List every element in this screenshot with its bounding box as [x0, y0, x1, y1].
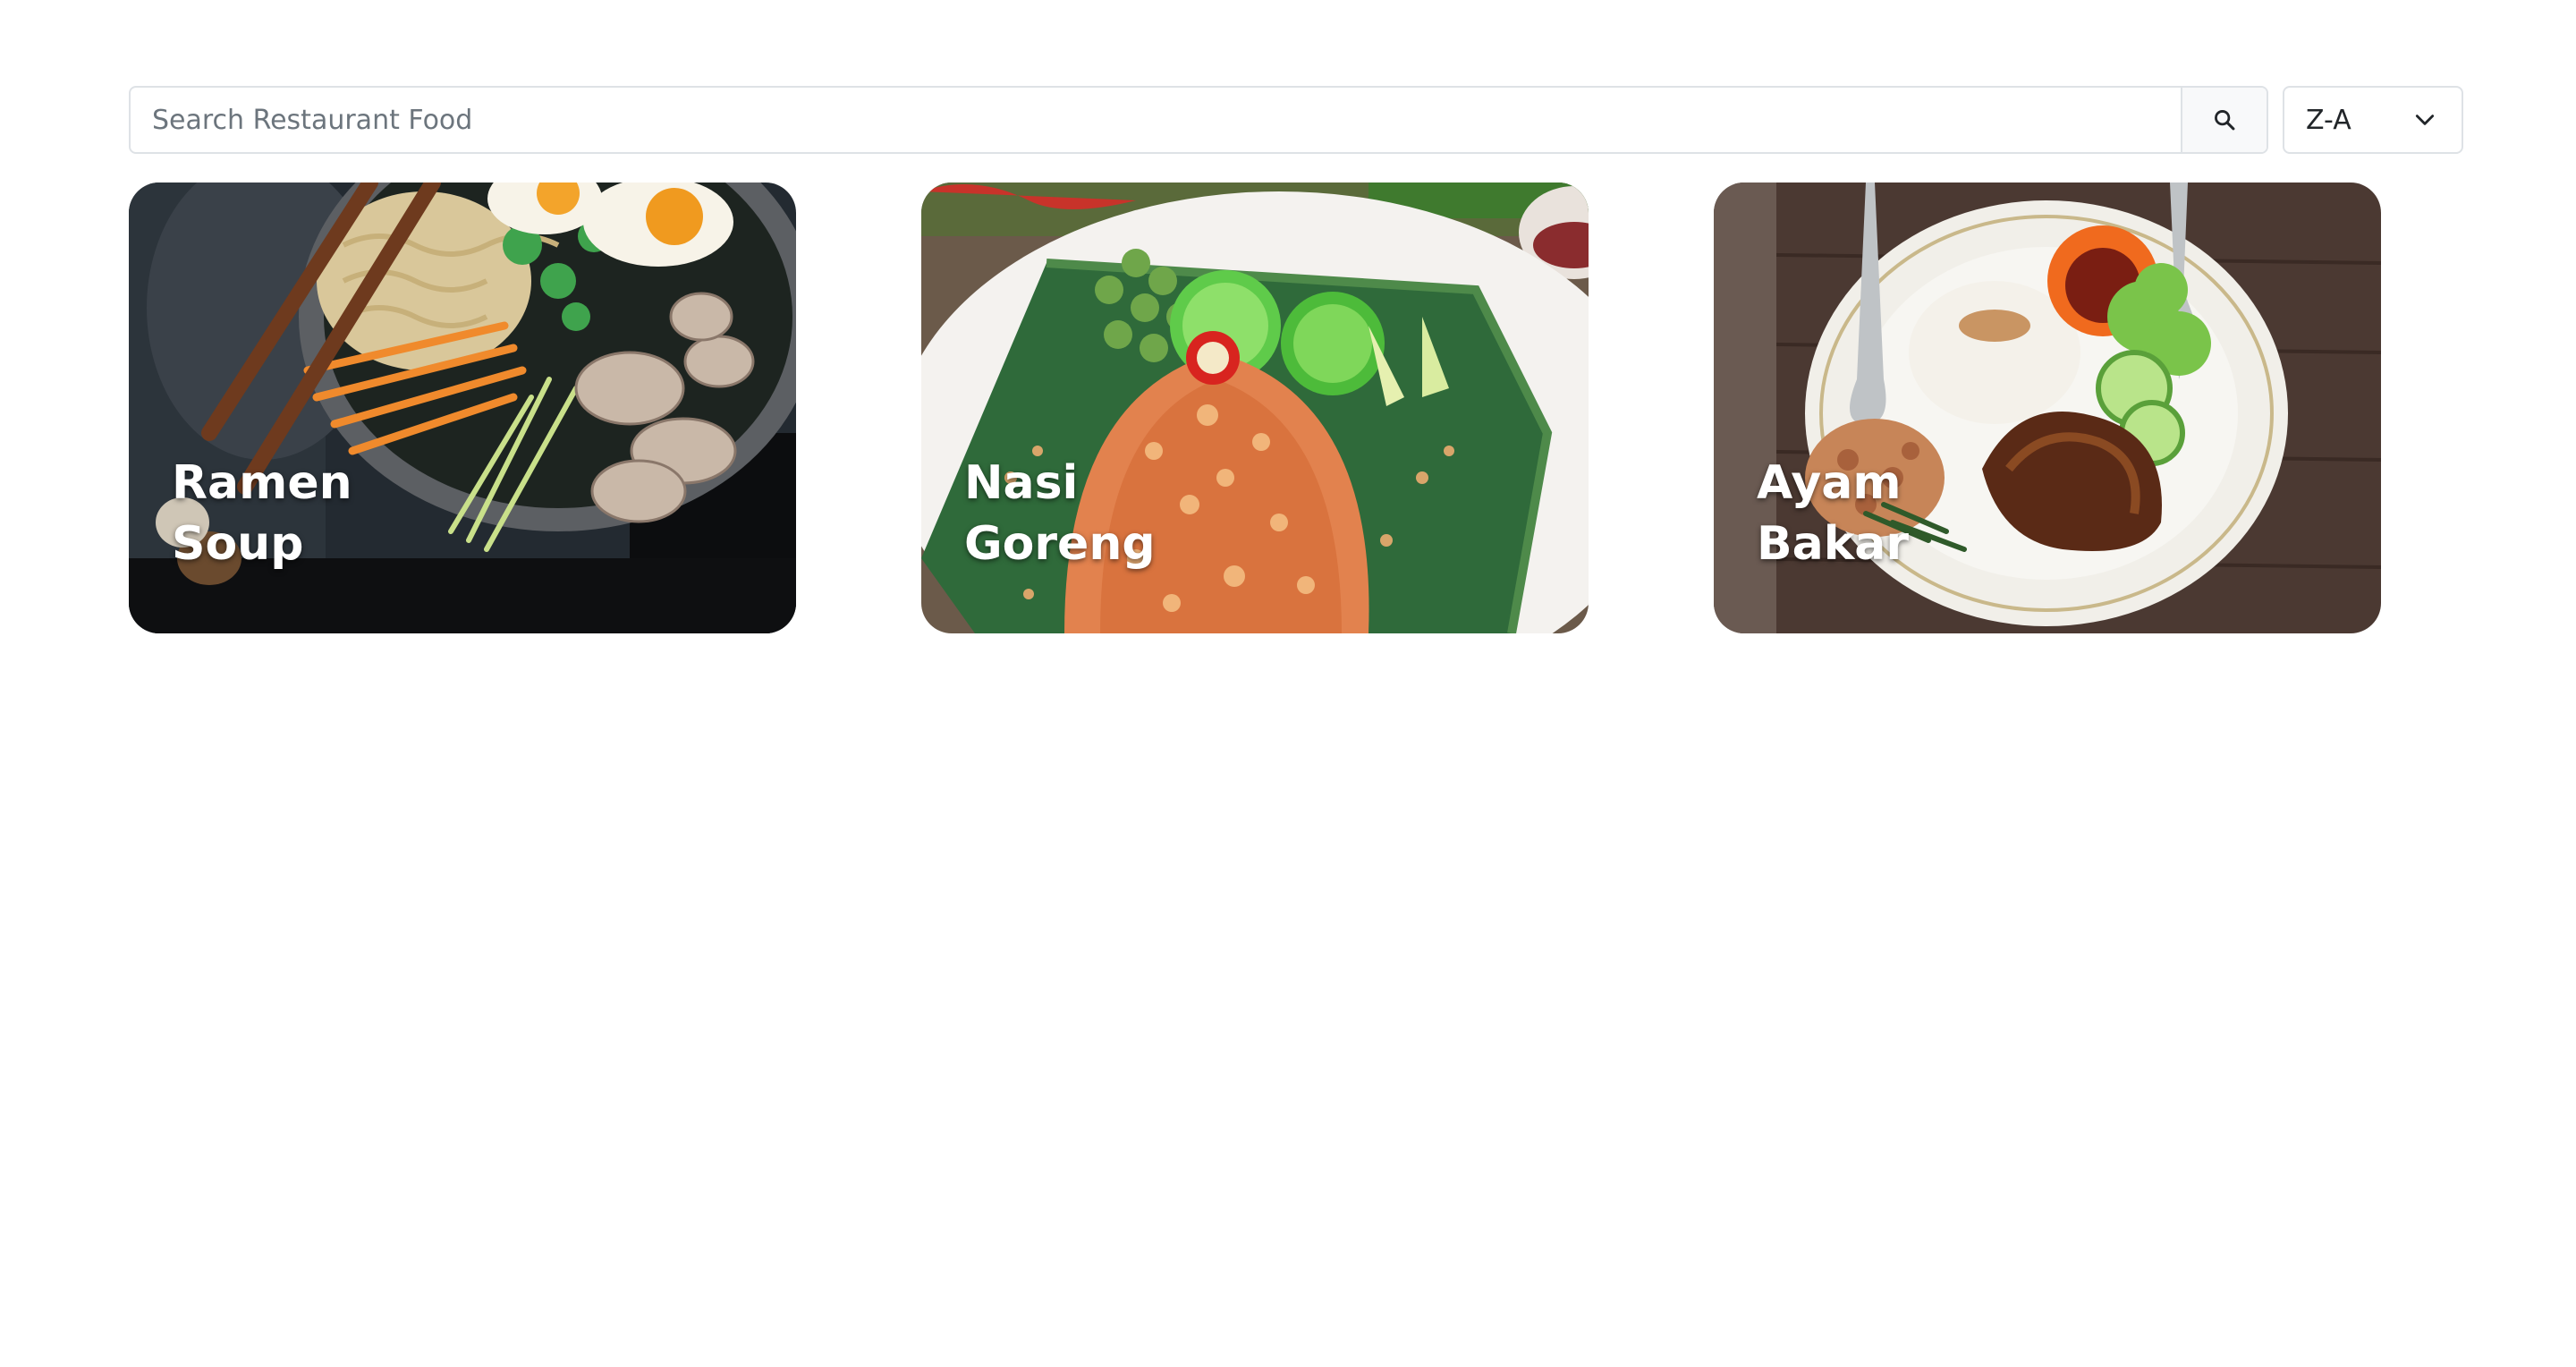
search-group: [129, 86, 2268, 154]
search-button[interactable]: [2181, 88, 2267, 152]
search-input[interactable]: [131, 88, 2181, 152]
card-title: Ayam Bakar: [1757, 456, 1910, 571]
card-title: Nasi Goreng: [964, 456, 1156, 571]
sort-selected-value: Z-A: [2306, 104, 2351, 136]
chevron-down-icon: [2415, 115, 2435, 125]
search-icon: [2215, 110, 2235, 131]
toolbar: Z-A: [129, 86, 2463, 156]
food-card-nasi-goreng[interactable]: Nasi Goreng: [921, 183, 1589, 633]
food-card-ayam-bakar[interactable]: Ayam Bakar: [1714, 183, 2381, 633]
food-card-ramen-soup[interactable]: Ramen Soup: [129, 183, 796, 633]
page: Z-A: [0, 0, 2576, 1367]
food-card-list: Ramen Soup Nasi Goreng Ayam Bakar: [129, 183, 2383, 635]
sort-select[interactable]: Z-A: [2283, 86, 2463, 154]
card-title: Ramen Soup: [172, 456, 352, 571]
